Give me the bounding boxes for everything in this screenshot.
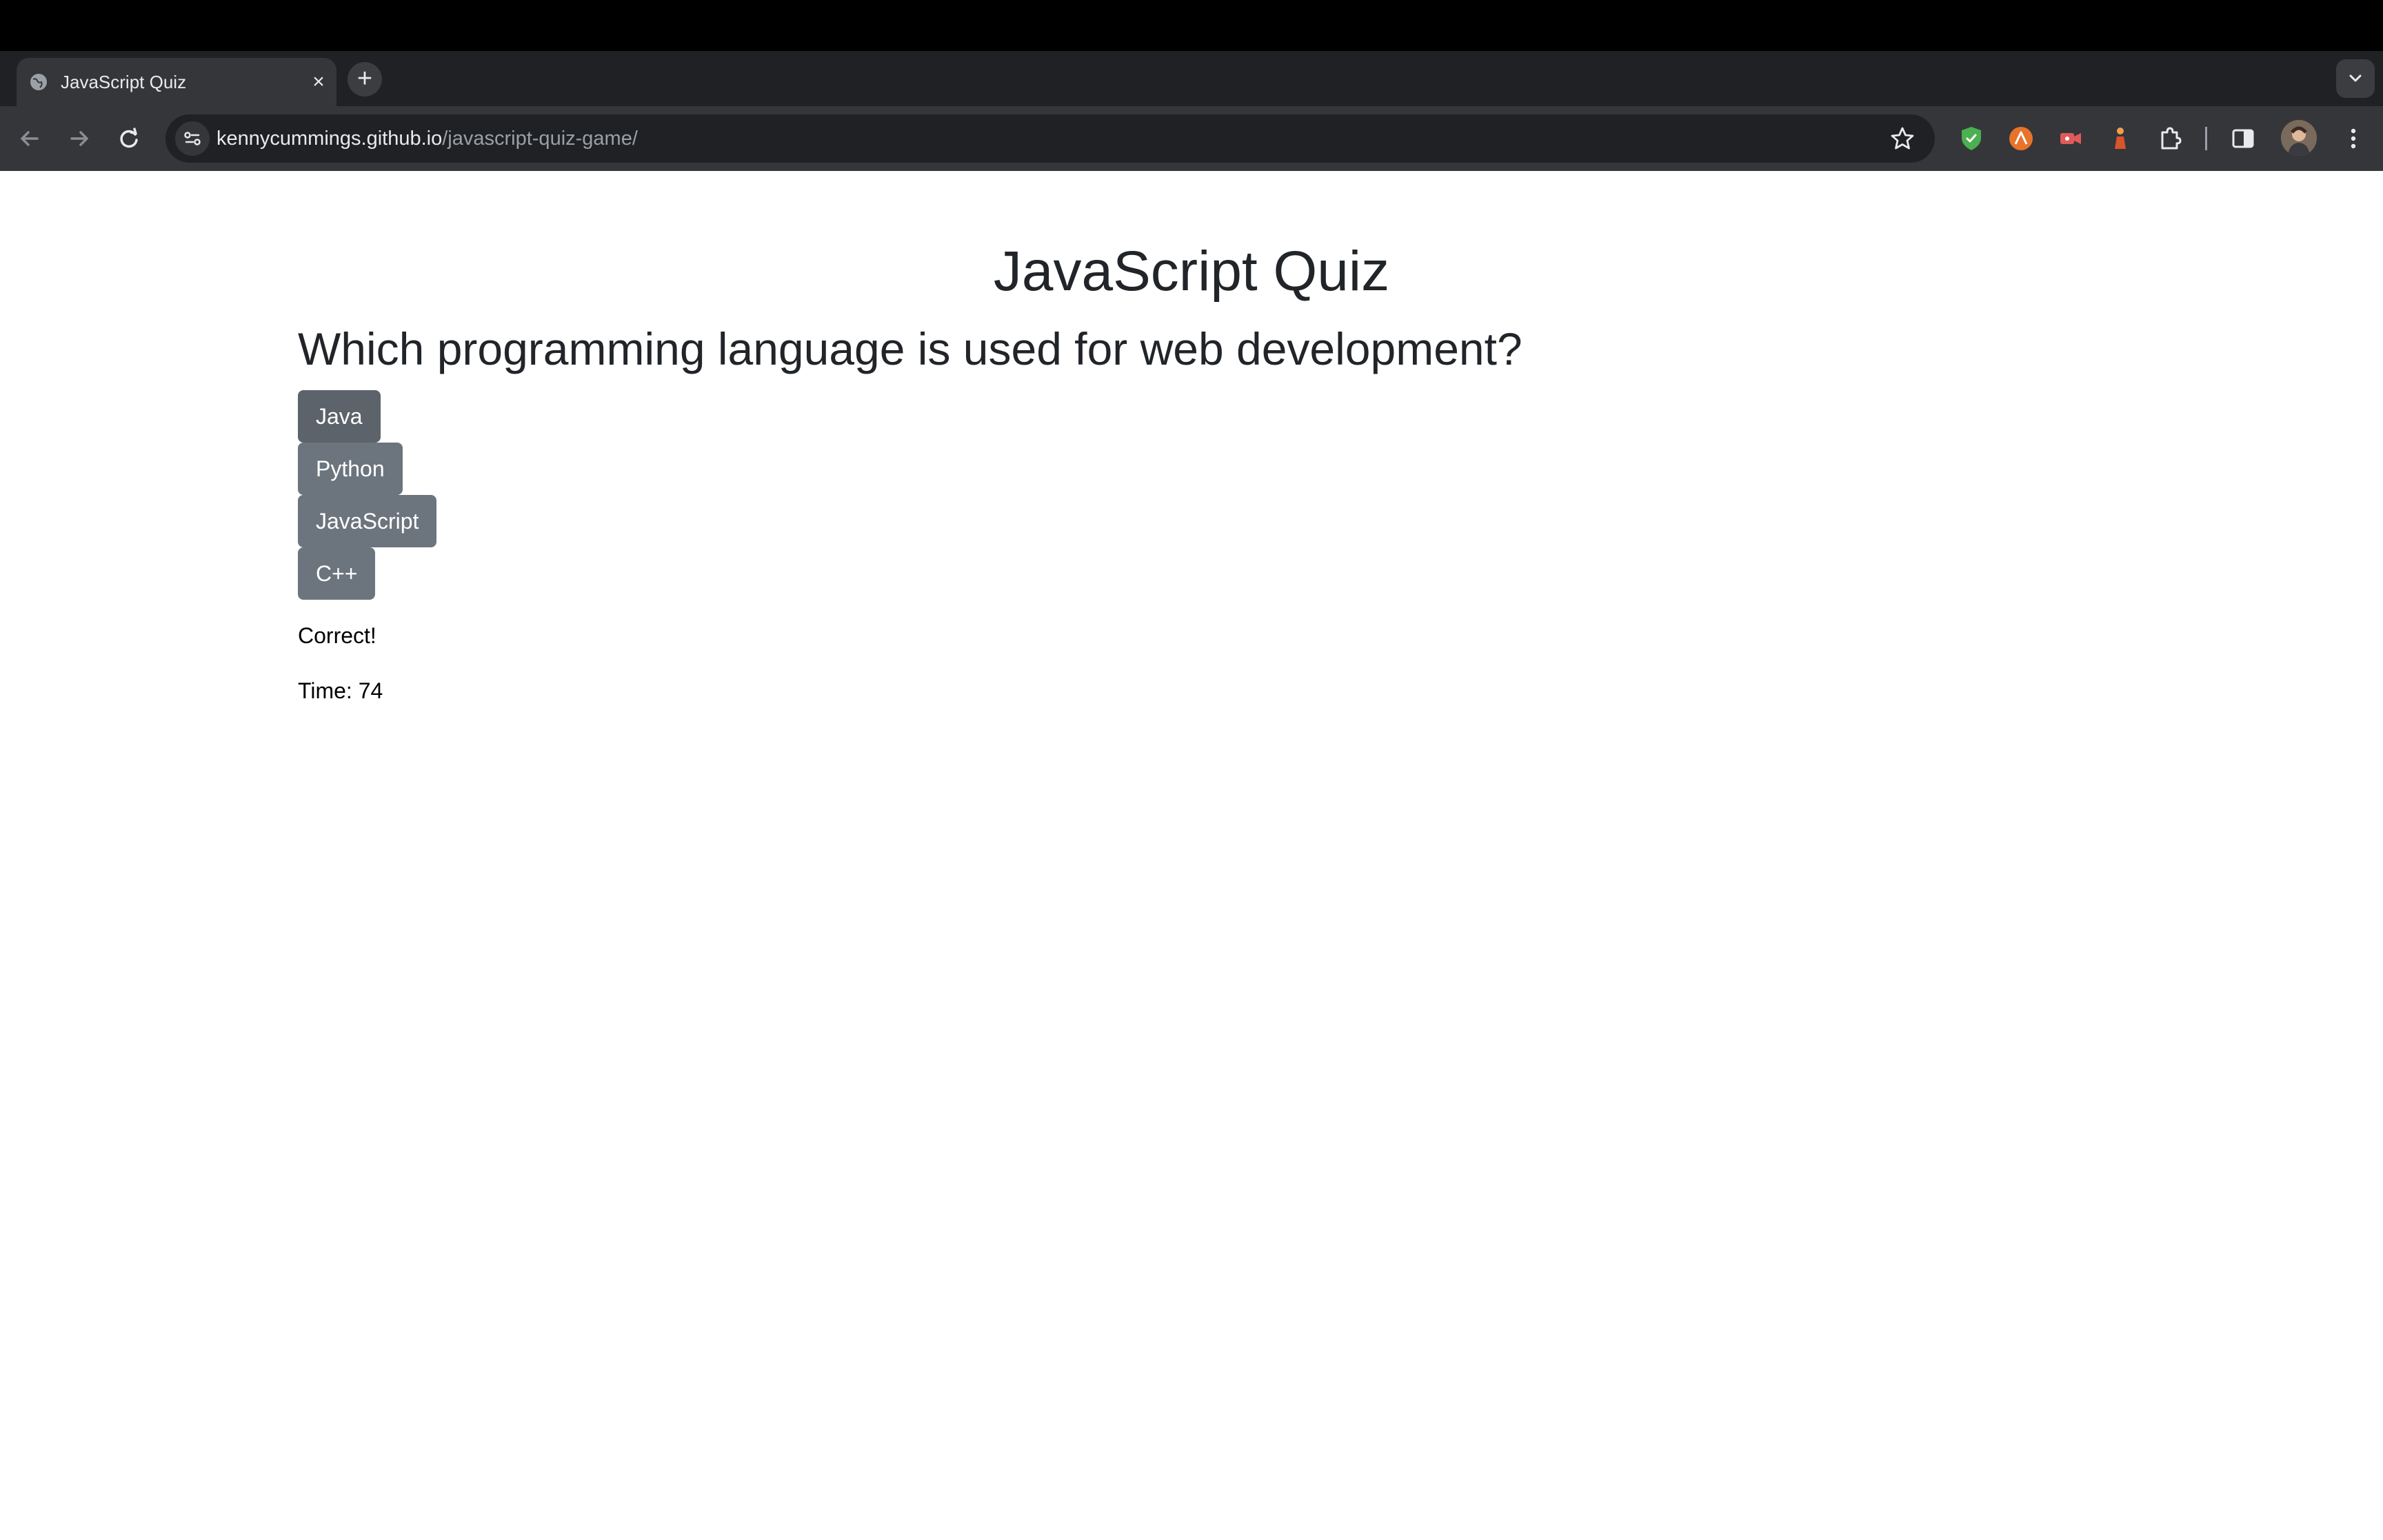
answer-button-python[interactable]: Python	[298, 443, 403, 495]
puzzle-extensions-icon[interactable]	[2154, 123, 2186, 154]
globe-icon	[30, 74, 47, 90]
address-bar[interactable]: kennycummings.github.io/javascript-quiz-…	[165, 114, 1935, 163]
bookmark-star-icon[interactable]	[1888, 124, 1917, 153]
url-host: kennycummings.github.io	[217, 128, 443, 150]
figure-extension-icon[interactable]	[2104, 123, 2136, 154]
tab-javascript-quiz[interactable]: JavaScript Quiz ×	[17, 58, 336, 106]
answer-button-javascript[interactable]: JavaScript	[298, 495, 437, 547]
reload-icon[interactable]	[112, 121, 146, 156]
browser-toolbar: kennycummings.github.io/javascript-quiz-…	[0, 106, 2383, 172]
tab-title: JavaScript Quiz	[61, 72, 187, 92]
question-text: Which programming language is used for w…	[298, 323, 1522, 374]
back-icon[interactable]	[12, 121, 47, 156]
side-panel-icon[interactable]	[2227, 123, 2259, 154]
toolbar-separator	[2205, 127, 2207, 150]
tab-close-icon[interactable]: ×	[308, 71, 330, 93]
feedback-text: Correct!	[298, 623, 376, 648]
timer-text: Time: 74	[298, 678, 383, 703]
site-info-button[interactable]	[175, 121, 210, 156]
url-path: /javascript-quiz-game/	[442, 128, 638, 150]
kebab-menu-icon[interactable]	[2337, 123, 2369, 154]
answer-button-cpp[interactable]: C++	[298, 547, 376, 600]
tab-search-button[interactable]	[2336, 59, 2375, 98]
site-info-icon	[184, 132, 201, 145]
answer-list: Java Python JavaScript C++	[298, 390, 437, 600]
system-top-bar	[0, 0, 2383, 51]
shield-extension-icon[interactable]	[1955, 123, 1987, 154]
video-extension-icon[interactable]	[2055, 123, 2087, 154]
tab-strip: JavaScript Quiz × +	[0, 51, 2383, 106]
profile-avatar[interactable]	[2281, 120, 2317, 156]
orange-extension-icon[interactable]	[2005, 123, 2037, 154]
url-text[interactable]: kennycummings.github.io/javascript-quiz-…	[217, 114, 638, 163]
answer-button-java[interactable]: Java	[298, 390, 381, 443]
chevron-down-icon	[2349, 74, 2362, 82]
page-content: JavaScript Quiz Which programming langua…	[0, 171, 2383, 1540]
forward-icon[interactable]	[62, 121, 97, 156]
page-title: JavaScript Quiz	[993, 240, 1390, 303]
profile-avatar-image	[2281, 120, 2317, 156]
new-tab-button[interactable]: +	[348, 62, 382, 97]
